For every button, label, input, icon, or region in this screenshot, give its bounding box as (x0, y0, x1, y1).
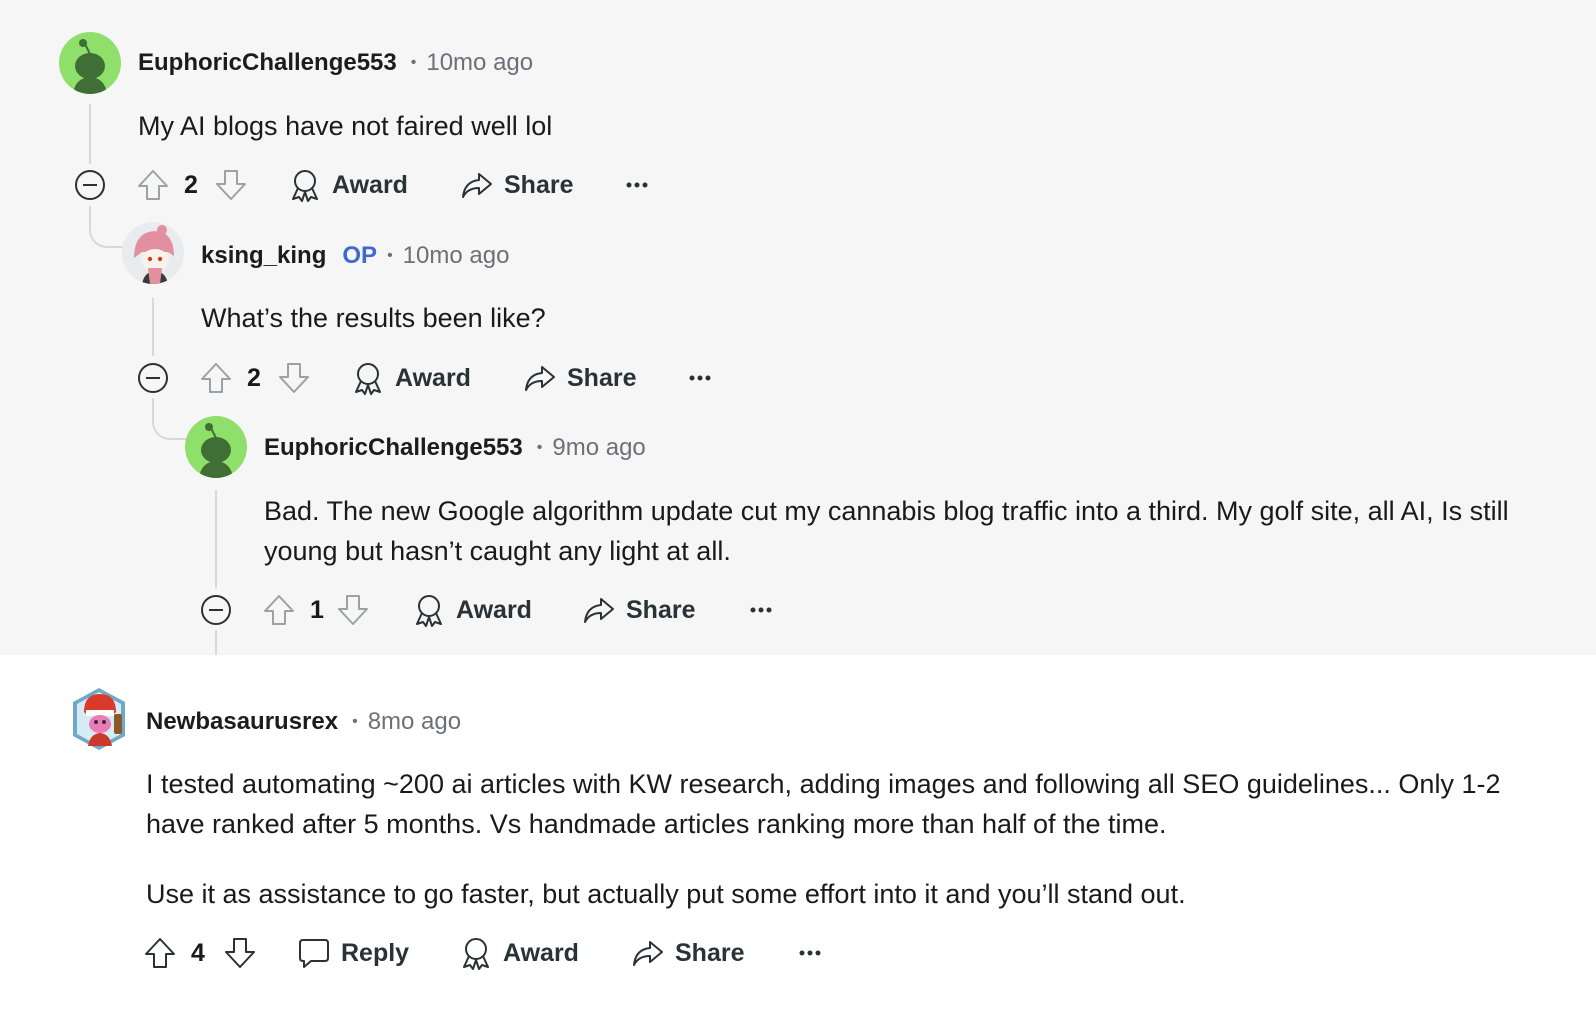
comment-actions: 2 Award Share (199, 356, 759, 400)
share-label: Share (567, 363, 637, 392)
share-label: Share (626, 595, 696, 624)
avatar-icon[interactable] (70, 686, 128, 752)
upvote-icon[interactable] (199, 356, 233, 400)
award-icon (412, 593, 446, 627)
vote-count: 1 (310, 595, 324, 624)
collapse-icon[interactable] (137, 362, 169, 394)
share-icon (631, 936, 665, 970)
comment-actions: 4 Reply Award Share (143, 931, 843, 975)
comment-meta: ksing_king OP • 10mo ago (201, 238, 509, 274)
share-icon (582, 593, 616, 627)
comment-body: I tested automating ~200 ai articles wit… (146, 764, 1546, 914)
downvote-icon[interactable] (336, 588, 370, 632)
comment-paragraph: I tested automating ~200 ai articles wit… (146, 769, 1501, 839)
award-label: Award (503, 938, 579, 967)
comment-text: My AI blogs have not faired well lol (138, 111, 553, 141)
reply-button[interactable]: Reply (297, 931, 409, 975)
award-label: Award (395, 363, 471, 392)
comment-meta: Newbasaurusrex • 8mo ago (146, 704, 461, 740)
thread-connector (89, 206, 127, 248)
author-name[interactable]: ksing_king (201, 242, 326, 270)
timestamp[interactable]: 8mo ago (368, 708, 461, 736)
upvote-icon[interactable] (262, 588, 296, 632)
share-icon (523, 361, 557, 395)
thread-line (152, 298, 154, 356)
author-name[interactable]: Newbasaurusrex (146, 708, 338, 736)
separator-dot: • (387, 247, 393, 264)
reply-label: Reply (341, 938, 410, 967)
thread-line (89, 104, 91, 164)
comment-body: What’s the results been like? (201, 298, 1501, 338)
timestamp[interactable]: 10mo ago (426, 49, 533, 77)
comment-meta: EuphoricChallenge553 • 10mo ago (138, 45, 533, 81)
timestamp[interactable]: 9mo ago (552, 434, 645, 462)
avatar-icon[interactable] (59, 32, 121, 94)
award-icon (459, 936, 493, 970)
share-icon (460, 168, 494, 202)
separator-dot: • (410, 54, 417, 71)
award-icon (351, 361, 385, 395)
collapse-icon[interactable] (200, 594, 232, 626)
author-name[interactable]: EuphoricChallenge553 (264, 434, 523, 462)
author-name[interactable]: EuphoricChallenge553 (138, 49, 397, 77)
share-button[interactable]: Share (631, 931, 744, 975)
avatar-icon[interactable] (122, 222, 184, 284)
upvote-icon[interactable] (136, 163, 170, 207)
comment-text: What’s the results been like? (201, 303, 546, 333)
award-button[interactable]: Award (412, 588, 532, 632)
downvote-icon[interactable] (214, 163, 248, 207)
thread-line (215, 630, 217, 655)
award-label: Award (456, 595, 532, 624)
award-button[interactable]: Award (288, 163, 408, 207)
vote-count: 4 (191, 938, 205, 967)
more-icon[interactable] (748, 588, 774, 632)
share-button[interactable]: Share (460, 163, 573, 207)
more-icon[interactable] (797, 931, 823, 975)
op-badge: OP (342, 242, 378, 269)
vote-count: 2 (184, 170, 198, 199)
collapse-icon[interactable] (74, 169, 106, 201)
comment-text: Bad. The new Google algorithm update cut… (264, 496, 1509, 566)
share-button[interactable]: Share (523, 356, 636, 400)
reply-icon (297, 936, 331, 970)
more-icon[interactable] (624, 163, 650, 207)
share-label: Share (504, 170, 574, 199)
separator-dot: • (536, 439, 543, 456)
comment-actions: 2 Award Share (136, 163, 696, 207)
comment-body: Bad. The new Google algorithm update cut… (264, 491, 1539, 571)
thread-line (215, 490, 217, 588)
downvote-icon[interactable] (277, 356, 311, 400)
share-button[interactable]: Share (582, 588, 695, 632)
comment-paragraph: Use it as assistance to go faster, but a… (146, 879, 1186, 909)
separator-dot: • (352, 713, 358, 730)
avatar-icon[interactable] (185, 416, 247, 478)
award-label: Award (332, 170, 408, 199)
timestamp[interactable]: 10mo ago (403, 242, 510, 270)
share-label: Share (675, 938, 745, 967)
award-button[interactable]: Award (459, 931, 579, 975)
comment-body: My AI blogs have not faired well lol (138, 106, 1538, 146)
award-icon (288, 168, 322, 202)
vote-count: 2 (247, 363, 261, 392)
downvote-icon[interactable] (223, 931, 257, 975)
upvote-icon[interactable] (143, 931, 177, 975)
award-button[interactable]: Award (351, 356, 471, 400)
thread-connector (152, 398, 190, 440)
comment-actions: 1 Award Share (262, 588, 822, 632)
comment-meta: EuphoricChallenge553 • 9mo ago (264, 430, 646, 466)
more-icon[interactable] (687, 356, 713, 400)
